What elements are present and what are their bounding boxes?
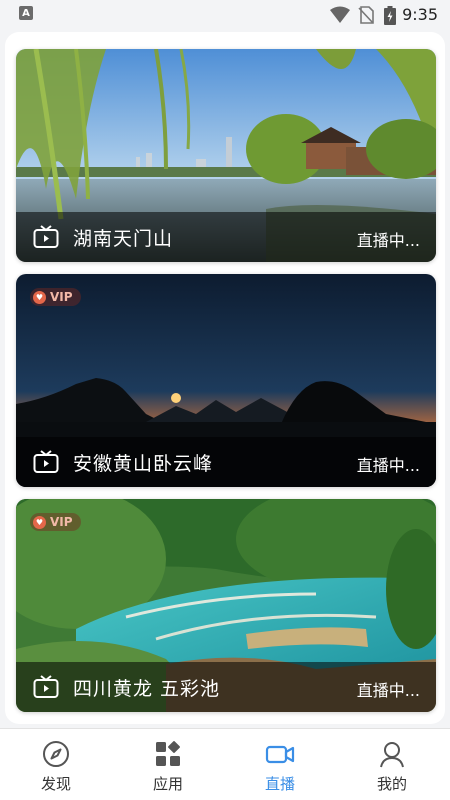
battery-charging-icon	[384, 6, 396, 25]
video-camera-icon	[265, 745, 295, 764]
compass-icon	[43, 741, 69, 767]
tv-icon	[33, 675, 59, 698]
tab-label: 发现	[40, 775, 71, 793]
live-card-huanglong[interactable]: ♥ VIP 四川黄龙 五彩池 直播中...	[16, 499, 436, 712]
live-status: 直播中...	[356, 681, 420, 700]
tab-label: 我的	[376, 775, 407, 793]
vip-label: VIP	[50, 515, 73, 529]
tab-label: 应用	[152, 775, 183, 793]
no-sim-icon	[358, 6, 374, 24]
vip-heart-icon: ♥	[33, 290, 46, 304]
tab-label: 直播	[264, 775, 295, 793]
user-icon	[380, 742, 404, 768]
card-info-bar: 安徽黄山卧云峰 直播中...	[16, 437, 436, 487]
tab-me[interactable]: 我的	[336, 729, 448, 800]
apps-grid-icon	[156, 741, 180, 766]
tab-apps[interactable]: 应用	[112, 729, 224, 800]
card-info-bar: 四川黄龙 五彩池 直播中...	[16, 662, 436, 712]
live-status: 直播中...	[356, 231, 420, 250]
vip-heart-icon: ♥	[33, 515, 46, 529]
tab-live[interactable]: 直播	[224, 729, 336, 800]
card-info-bar: 湖南天门山 直播中...	[16, 212, 436, 262]
live-card-tianmenshan[interactable]: 湖南天门山 直播中...	[16, 49, 436, 262]
vip-badge: ♥ VIP	[30, 513, 81, 531]
app-notification-icon: A	[19, 6, 33, 20]
tv-icon	[33, 450, 59, 473]
card-title: 湖南天门山	[73, 228, 174, 250]
clock: 9:35	[402, 5, 438, 24]
bottom-tab-bar: 发现 应用 直播 我的	[0, 728, 450, 800]
live-status: 直播中...	[356, 456, 420, 475]
tv-icon	[33, 225, 59, 248]
tab-discover[interactable]: 发现	[0, 729, 112, 800]
vip-badge: ♥ VIP	[30, 288, 81, 306]
card-title: 四川黄龙 五彩池	[73, 678, 221, 700]
live-card-huangshan[interactable]: ♥ VIP 安徽黄山卧云峰 直播中...	[16, 274, 436, 487]
status-bar: A 9:35	[0, 0, 450, 30]
wifi-icon	[330, 6, 350, 23]
card-title: 安徽黄山卧云峰	[73, 453, 214, 475]
live-list[interactable]: 湖南天门山 直播中... ♥ VIP 安徽黄山卧云峰 直播中... ♥ VIP …	[5, 32, 445, 724]
vip-label: VIP	[50, 290, 73, 304]
